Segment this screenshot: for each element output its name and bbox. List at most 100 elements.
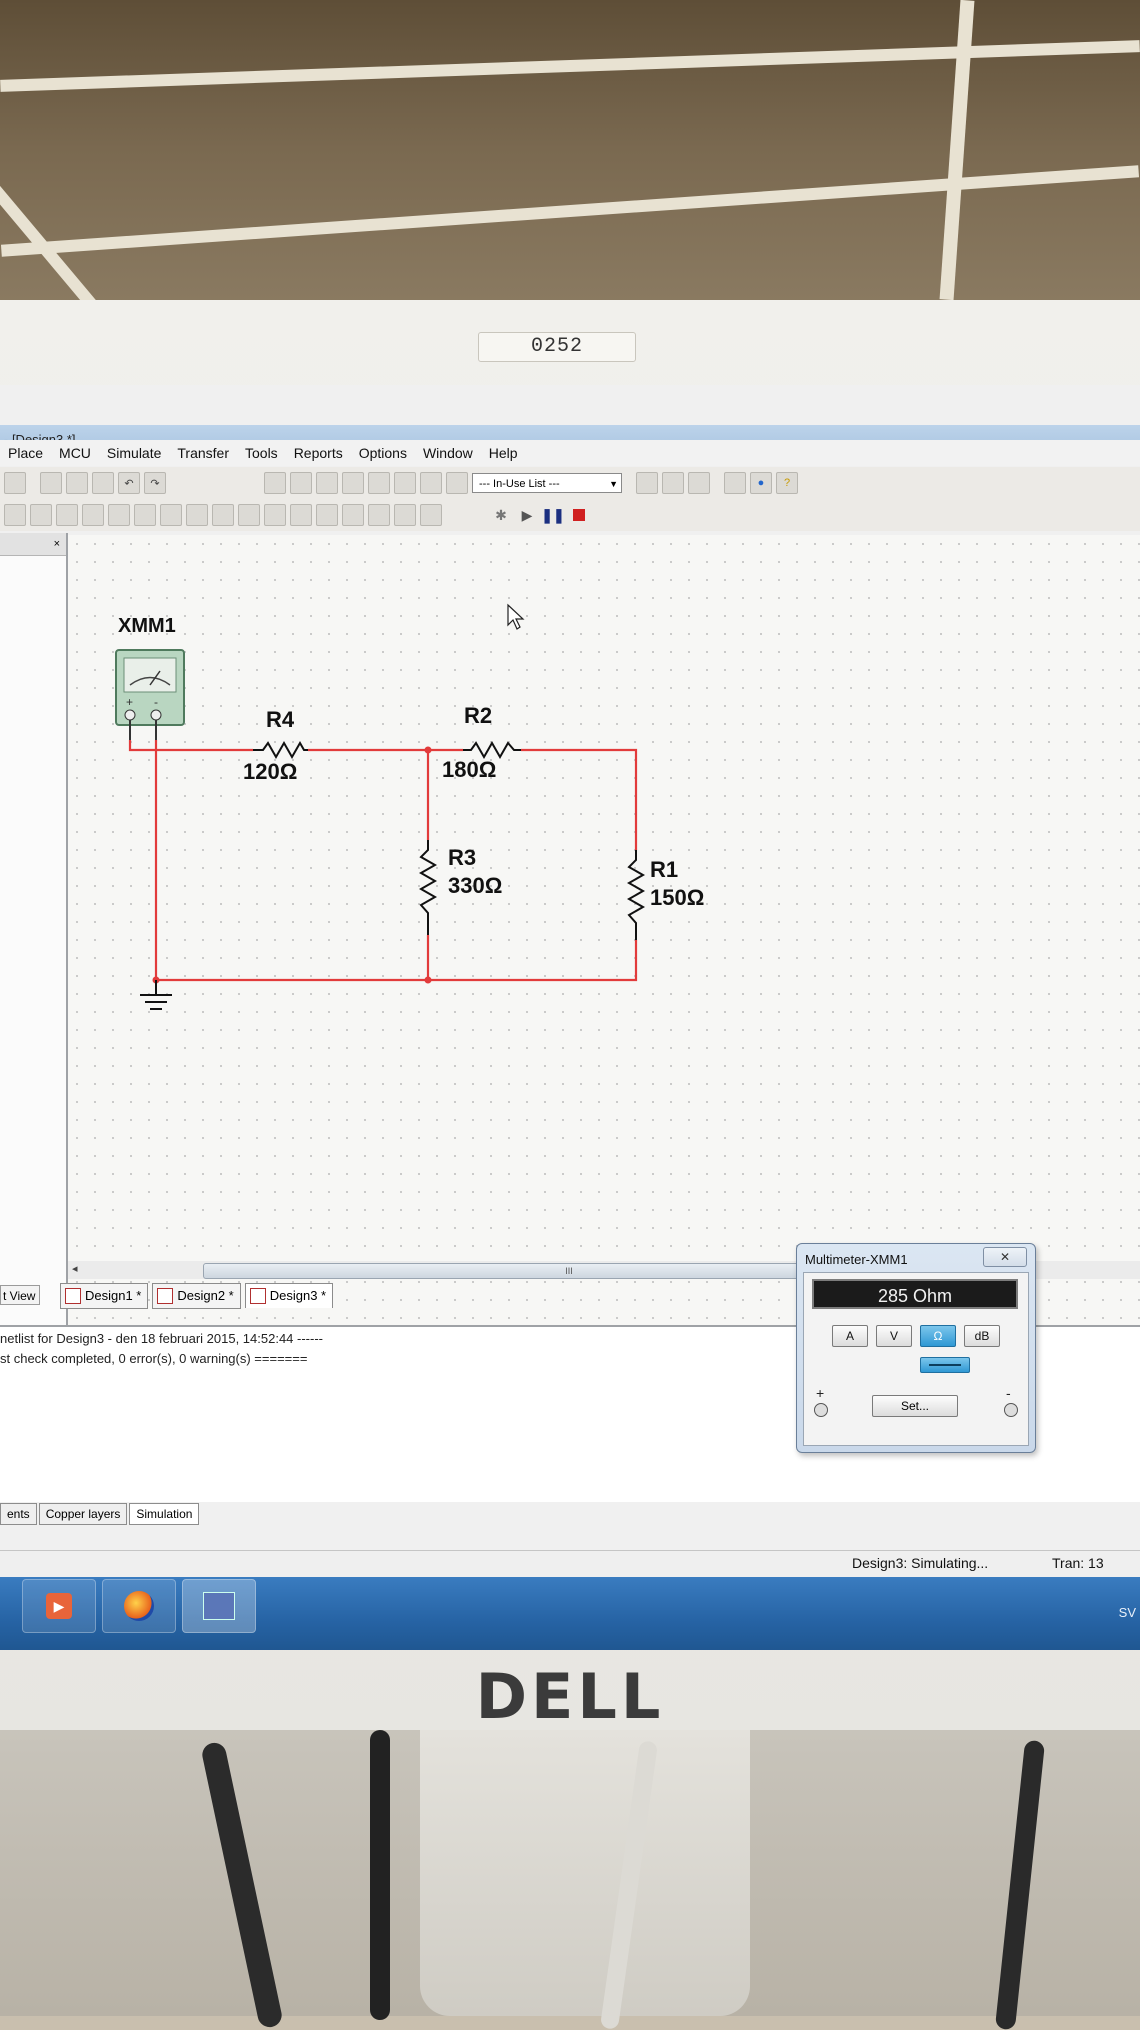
view-toggle-icon[interactable] xyxy=(264,472,286,494)
firefox-icon xyxy=(124,1591,154,1621)
multisim-button[interactable] xyxy=(182,1579,256,1633)
firefox-button[interactable] xyxy=(102,1579,176,1633)
in-use-list-dropdown[interactable]: --- In-Use List --- ▼ xyxy=(472,473,622,493)
undo-icon[interactable]: ↶ xyxy=(118,472,140,494)
redo-icon[interactable]: ↷ xyxy=(144,472,166,494)
misc-digital-icon[interactable] xyxy=(186,504,208,526)
analog-icon[interactable] xyxy=(108,504,130,526)
panel-close-icon[interactable]: × xyxy=(54,538,60,550)
grid-icon[interactable] xyxy=(290,472,312,494)
ceiling-grid-bar xyxy=(0,165,1140,257)
source-icon[interactable] xyxy=(4,504,26,526)
design-toolbox-panel: × xyxy=(0,533,68,1398)
indicator-icon[interactable] xyxy=(238,504,260,526)
rf-icon[interactable] xyxy=(316,504,338,526)
open-icon[interactable] xyxy=(4,472,26,494)
mouse-cursor-icon xyxy=(507,603,525,630)
resistor-r2-value: 180Ω xyxy=(442,757,497,782)
run-icon[interactable]: ▶ xyxy=(516,504,538,526)
status-transient: Tran: 13 xyxy=(1052,1555,1104,1571)
pause-icon[interactable]: ❚❚ xyxy=(541,504,564,526)
tab-components[interactable]: ents xyxy=(0,1503,37,1525)
transfer-icon[interactable] xyxy=(688,472,710,494)
hierarchical-block-icon[interactable] xyxy=(394,504,416,526)
database-icon[interactable] xyxy=(394,472,416,494)
tab-simulation[interactable]: Simulation xyxy=(129,1503,200,1525)
menu-tools[interactable]: Tools xyxy=(237,445,286,461)
minus-terminal-label: - xyxy=(1006,1385,1011,1401)
menu-help[interactable]: Help xyxy=(481,445,526,461)
close-button[interactable]: ✕ xyxy=(983,1247,1027,1267)
help-icon[interactable]: ? xyxy=(776,472,798,494)
bus-icon[interactable] xyxy=(420,504,442,526)
interactive-icon[interactable]: ✱ xyxy=(490,504,512,526)
mcu-icon[interactable] xyxy=(368,504,390,526)
resistor-r4-ref: R4 xyxy=(266,707,295,732)
probe-icon[interactable]: ● xyxy=(750,472,772,494)
graph-icon[interactable] xyxy=(342,472,364,494)
resistor-r1-ref: R1 xyxy=(650,857,679,882)
component-icon[interactable] xyxy=(316,472,338,494)
panel-header: × xyxy=(0,533,66,556)
set-button[interactable]: Set... xyxy=(872,1395,958,1417)
ceiling xyxy=(0,0,1140,331)
tab-design2[interactable]: Design2 * xyxy=(152,1283,241,1309)
tab-design1[interactable]: Design1 * xyxy=(60,1283,149,1309)
menu-place[interactable]: Place xyxy=(0,445,51,461)
multimeter-window: Multimeter-XMM1 ✕ 285 Ohm A V Ω dB Set..… xyxy=(796,1243,1036,1453)
diode-icon[interactable] xyxy=(56,504,78,526)
tab-design3[interactable]: Design3 * xyxy=(244,1283,334,1308)
menu-window[interactable]: Window xyxy=(415,445,481,461)
forward-annotate-icon[interactable] xyxy=(662,472,684,494)
ohmmeter-button[interactable]: Ω xyxy=(920,1325,956,1347)
menu-transfer[interactable]: Transfer xyxy=(169,445,237,461)
language-indicator[interactable]: SV xyxy=(1119,1605,1136,1620)
junction-dot xyxy=(424,976,432,984)
cmos-icon[interactable] xyxy=(160,504,182,526)
plus-terminal[interactable] xyxy=(814,1403,828,1417)
monitor-brand-logo: DELL xyxy=(475,1660,665,1733)
left-panel-tab[interactable]: t View xyxy=(0,1285,40,1305)
stop-icon[interactable] xyxy=(568,504,590,526)
basic-component-icon[interactable] xyxy=(30,504,52,526)
wire xyxy=(426,935,638,982)
ceiling-grid-bar xyxy=(939,0,975,301)
menu-simulate[interactable]: Simulate xyxy=(99,445,169,461)
ammeter-button[interactable]: A xyxy=(832,1325,868,1347)
transistor-icon[interactable] xyxy=(82,504,104,526)
scroll-left-icon[interactable]: ◂ xyxy=(72,1262,78,1275)
ttl-icon[interactable] xyxy=(134,504,156,526)
resistor-r2-symbol xyxy=(463,740,521,760)
minus-terminal[interactable] xyxy=(1004,1403,1018,1417)
zoom-icon[interactable] xyxy=(724,472,746,494)
resistor-r1-value: 150Ω xyxy=(650,885,705,910)
media-player-button[interactable]: ▶ xyxy=(22,1579,96,1633)
menu-options[interactable]: Options xyxy=(351,445,415,461)
voltmeter-button[interactable]: V xyxy=(876,1325,912,1347)
chevron-down-icon: ▼ xyxy=(609,479,618,489)
back-annotate-icon[interactable] xyxy=(636,472,658,494)
erc-icon[interactable] xyxy=(446,472,468,494)
cable xyxy=(370,1730,390,2020)
misc-icon[interactable] xyxy=(290,504,312,526)
log-line: netlist for Design3 - den 18 februari 20… xyxy=(0,1331,324,1346)
plus-terminal-label: + xyxy=(816,1385,825,1401)
copy-icon[interactable] xyxy=(66,472,88,494)
spreadsheet-icon[interactable] xyxy=(368,472,390,494)
menu-mcu[interactable]: MCU xyxy=(51,445,99,461)
tab-copper-layers[interactable]: Copper layers xyxy=(38,1503,128,1525)
netlist-icon[interactable] xyxy=(420,472,442,494)
wire xyxy=(128,740,253,752)
menu-reports[interactable]: Reports xyxy=(286,445,351,461)
power-icon[interactable] xyxy=(264,504,286,526)
electromechanical-icon[interactable] xyxy=(342,504,364,526)
design-tabs: Design1 * Design2 * Design3 * xyxy=(60,1283,334,1309)
resistor-r3-symbol xyxy=(418,840,438,935)
dc-mode-button[interactable] xyxy=(920,1357,970,1373)
resistor-r3-value: 330Ω xyxy=(448,873,503,898)
resistor-r4-value: 120Ω xyxy=(243,759,298,784)
decibel-button[interactable]: dB xyxy=(964,1325,1000,1347)
mixed-icon[interactable] xyxy=(212,504,234,526)
paste-icon[interactable] xyxy=(92,472,114,494)
cut-icon[interactable] xyxy=(40,472,62,494)
